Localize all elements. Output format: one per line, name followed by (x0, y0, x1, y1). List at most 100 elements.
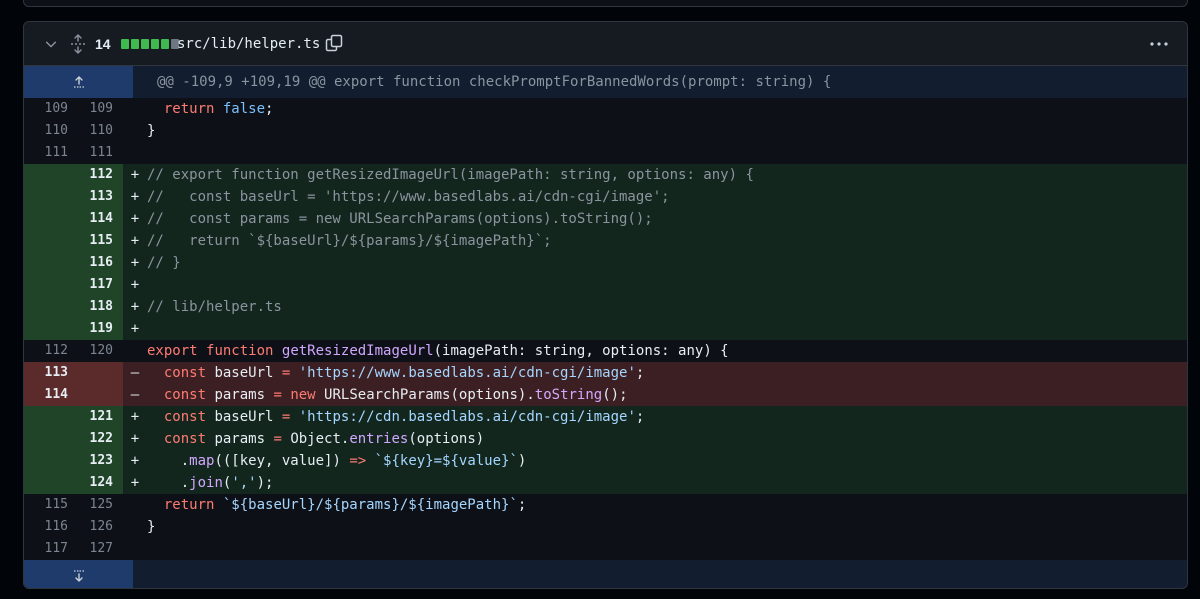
diff-marker: + (130, 299, 140, 315)
diffstat-block-added (141, 39, 149, 49)
new-line-number[interactable]: 115 (78, 230, 123, 252)
code-text: const baseUrl = 'https://www.basedlabs.a… (147, 362, 1187, 384)
diff-marker: + (130, 475, 140, 491)
code-text: return false; (147, 98, 1187, 120)
new-line-number[interactable]: 124 (78, 472, 123, 494)
old-line-number[interactable] (24, 230, 78, 252)
diff-marker: + (130, 321, 140, 337)
code-token: (imagePath: string, options: any) { (433, 343, 729, 359)
code-token: return (163, 497, 215, 513)
old-line-number[interactable] (24, 318, 78, 340)
code-token: new (290, 387, 316, 403)
old-line-number[interactable]: 109 (24, 98, 78, 120)
file-header: 14 src/lib/helper.ts (24, 22, 1187, 66)
code-token: = (273, 387, 282, 403)
new-line-number[interactable]: 117 (78, 274, 123, 296)
new-line-number[interactable]: 114 (78, 208, 123, 230)
diffstat-block-added (161, 39, 169, 49)
old-line-number[interactable]: 112 (24, 340, 78, 362)
code-token: const (163, 409, 207, 425)
old-line-number[interactable]: 111 (24, 142, 78, 164)
new-line-number[interactable]: 121 (78, 406, 123, 428)
new-line-number[interactable]: 116 (78, 252, 123, 274)
added-line: 113 + // const baseUrl = 'https://www.base… (24, 186, 1187, 208)
diff-file: 14 src/lib/helper.ts @@ -109,9 +109,19 @… (23, 21, 1188, 589)
old-line-number[interactable] (24, 274, 78, 296)
old-line-number[interactable]: 110 (24, 120, 78, 142)
file-path[interactable]: src/lib/helper.ts (177, 22, 320, 66)
old-line-number[interactable] (24, 450, 78, 472)
code-token: // lib/helper.ts (147, 299, 282, 315)
previous-file-bottom-edge (23, 0, 1188, 7)
new-line-number[interactable]: 125 (78, 494, 123, 516)
old-line-number[interactable] (24, 186, 78, 208)
old-line-number[interactable]: 115 (24, 494, 78, 516)
code-text: export function getResizedImageUrl(image… (147, 340, 1187, 362)
chevron-down-icon[interactable] (44, 37, 58, 51)
code-text: const baseUrl = 'https://cdn.basedlabs.a… (147, 406, 1187, 428)
added-line: 112 + // export function getResizedImageUr… (24, 164, 1187, 186)
kebab-horizontal-icon[interactable] (1149, 37, 1169, 51)
new-line-number[interactable] (78, 384, 123, 406)
code-token: join (189, 475, 223, 491)
new-line-number[interactable]: 126 (78, 516, 123, 538)
old-line-number[interactable]: 117 (24, 538, 78, 560)
old-line-number[interactable]: 114 (24, 384, 78, 406)
old-line-number[interactable] (24, 472, 78, 494)
code-token: const (163, 431, 207, 447)
added-line: 119 + (24, 318, 1187, 340)
added-line: 114 + // const params = new URLSearchParam… (24, 208, 1187, 230)
diff-marker: – (130, 387, 140, 403)
old-line-number[interactable] (24, 252, 78, 274)
unfold-icon[interactable] (70, 34, 86, 54)
new-line-number[interactable]: 113 (78, 186, 123, 208)
code-token: } (147, 519, 156, 535)
old-line-number[interactable] (24, 208, 78, 230)
expand-down-button[interactable] (24, 560, 133, 588)
diff-marker (123, 494, 147, 516)
deleted-line: 113 – const baseUrl = 'https://www.basedl… (24, 362, 1187, 384)
diff-marker (123, 120, 147, 142)
old-line-number[interactable]: 116 (24, 516, 78, 538)
old-line-number[interactable] (24, 164, 78, 186)
new-line-number[interactable]: 123 (78, 450, 123, 472)
old-line-number[interactable] (24, 406, 78, 428)
copy-icon[interactable] (325, 34, 343, 52)
new-line-number[interactable]: 110 (78, 120, 123, 142)
new-line-number[interactable]: 127 (78, 538, 123, 560)
expand-down-icon (73, 569, 84, 582)
context-line: 117 127 (24, 538, 1187, 560)
code-token: baseUrl (206, 365, 282, 381)
old-line-number[interactable] (24, 296, 78, 318)
code-token: `${key}=${value}` (374, 453, 518, 469)
diff-marker: – (130, 365, 140, 381)
deleted-line: 114 – const params = new URLSearchParams(… (24, 384, 1187, 406)
expand-up-button[interactable] (24, 66, 133, 98)
context-line: 111 111 (24, 142, 1187, 164)
diff-marker: + (130, 277, 140, 293)
new-line-number[interactable]: 112 (78, 164, 123, 186)
new-line-number[interactable]: 119 (78, 318, 123, 340)
old-line-number[interactable]: 113 (24, 362, 78, 384)
new-line-number[interactable]: 120 (78, 340, 123, 362)
new-line-number[interactable]: 111 (78, 142, 123, 164)
new-line-number[interactable] (78, 362, 123, 384)
code-text: // return `${baseUrl}/${params}/${imageP… (147, 230, 1187, 252)
new-line-number[interactable]: 118 (78, 296, 123, 318)
code-text: // const params = new URLSearchParams(op… (147, 208, 1187, 230)
diff-marker: + (130, 167, 140, 183)
diffstat-blocks (121, 39, 179, 49)
code-text: .map(([key, value]) => `${key}=${value}`… (147, 450, 1187, 472)
code-token: // const baseUrl = 'https://www.basedlab… (147, 189, 670, 205)
old-line-number[interactable] (24, 428, 78, 450)
new-line-number[interactable]: 109 (78, 98, 123, 120)
new-line-number[interactable]: 122 (78, 428, 123, 450)
